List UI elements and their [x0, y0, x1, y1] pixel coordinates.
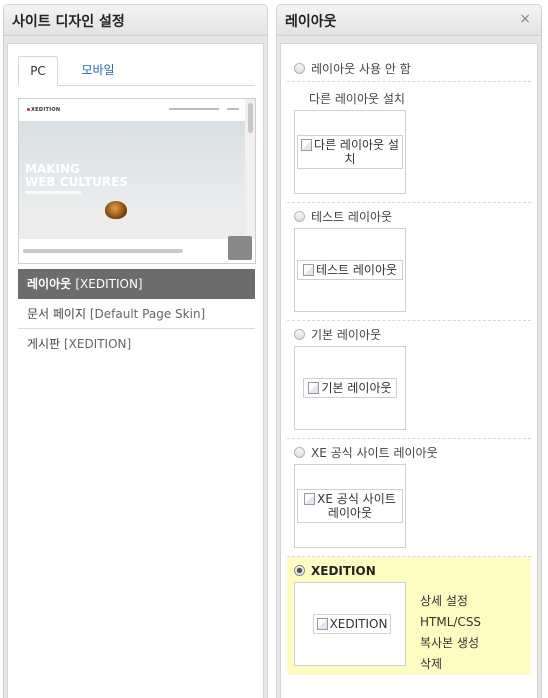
- close-icon[interactable]: ×: [519, 11, 531, 27]
- broken-image-icon: [308, 382, 320, 394]
- tab-mobile[interactable]: 모바일: [70, 56, 126, 86]
- broken-image-icon: [316, 618, 328, 630]
- device-tabs: PC 모바일: [18, 56, 255, 86]
- layout-thumbnail-xedition[interactable]: XEDITION: [294, 582, 406, 666]
- broken-image-icon: [304, 493, 316, 505]
- layout-option-test: 테스트 레이아웃 테스트 레이아웃: [287, 203, 531, 321]
- layout-option-default: 기본 레이아웃 기본 레이아웃: [287, 321, 531, 439]
- image-alt-text: XEDITION: [329, 617, 388, 631]
- tab-pc[interactable]: PC: [18, 56, 58, 86]
- preview-floor: [19, 211, 245, 239]
- broken-image-icon: [302, 264, 314, 276]
- list-item-document-page[interactable]: 문서 페이지 [Default Page Skin]: [18, 299, 255, 329]
- delete-link[interactable]: 삭제: [420, 654, 481, 675]
- preview-header: XEDITION: [19, 99, 255, 121]
- layout-option-test-radio[interactable]: 테스트 레이아웃: [287, 206, 531, 228]
- install-other-layout-section: 다른 레이아웃 설치 다른 레이아웃 설치: [287, 82, 531, 203]
- site-design-panel: 사이트 디자인 설정 PC 모바일 XEDITION MAKING WEB CU…: [3, 4, 268, 698]
- install-other-layout-text: 다른 레이아웃 설치: [309, 92, 405, 106]
- list-item-layout[interactable]: 레이아웃 [XEDITION]: [18, 269, 255, 299]
- layout-image-xe-official[interactable]: XE 공식 사이트 레이아웃: [297, 489, 403, 523]
- preview-hero-text: MAKING WEB CULTURES: [25, 163, 128, 189]
- radio-label: 기본 레이아웃: [311, 328, 382, 342]
- layout-thumbnail-default[interactable]: 기본 레이아웃: [294, 346, 406, 430]
- list-item-detail: [XEDITION]: [63, 337, 132, 351]
- layout-thumbnail-test[interactable]: 테스트 레이아웃: [294, 228, 406, 312]
- layout-option-list: 레이아웃 사용 안 함 다른 레이아웃 설치 다른 레이아웃 설치 테스트 레이…: [287, 58, 531, 675]
- image-alt-text: XE 공식 사이트 레이아웃: [317, 492, 396, 520]
- list-item-label: 게시판: [27, 337, 61, 351]
- layout-option-xedition-radio[interactable]: XEDITION: [287, 560, 531, 582]
- detail-settings-link[interactable]: 상세 설정: [420, 591, 481, 612]
- html-css-link[interactable]: HTML/CSS: [420, 612, 481, 633]
- radio-label: 테스트 레이아웃: [311, 210, 393, 224]
- broken-image-icon: [301, 139, 313, 151]
- list-item-label: 문서 페이지: [27, 307, 87, 321]
- radio-button[interactable]: [294, 329, 305, 340]
- radio-button[interactable]: [294, 211, 305, 222]
- layout-panel-content: 레이아웃 사용 안 함 다른 레이아웃 설치 다른 레이아웃 설치 테스트 레이…: [280, 43, 538, 698]
- layout-panel: 레이아웃 × 레이아웃 사용 안 함 다른 레이아웃 설치 다른 레이아웃 설치: [276, 4, 542, 698]
- image-alt-text: 테스트 레이아웃: [315, 263, 398, 277]
- layout-thumbnail-xe-official[interactable]: XE 공식 사이트 레이아웃: [294, 464, 406, 548]
- layout-image-xedition[interactable]: XEDITION: [313, 614, 391, 634]
- preview-hero-image: MAKING WEB CULTURES: [19, 121, 245, 239]
- layout-image-test[interactable]: 테스트 레이아웃: [297, 260, 403, 280]
- site-design-header: 사이트 디자인 설정: [4, 5, 267, 36]
- layout-option-xe-official: XE 공식 사이트 레이아웃 XE 공식 사이트 레이아웃: [287, 439, 531, 557]
- layout-actions: 상세 설정 HTML/CSS 복사본 생성 삭제: [420, 591, 481, 675]
- site-design-title: 사이트 디자인 설정: [12, 14, 125, 30]
- layout-option-none-radio[interactable]: 레이아웃 사용 안 함: [287, 58, 531, 80]
- layout-panel-body: 레이아웃 사용 안 함 다른 레이아웃 설치 다른 레이아웃 설치 테스트 레이…: [277, 36, 541, 698]
- preview-menu: [169, 108, 219, 110]
- install-other-layout-image[interactable]: 다른 레이아웃 설치: [297, 135, 403, 169]
- preview-logo: XEDITION: [31, 107, 61, 113]
- list-item-label: 레이아웃: [27, 277, 72, 291]
- layout-option-xe-official-radio[interactable]: XE 공식 사이트 레이아웃: [287, 442, 531, 464]
- preview-resize-handle[interactable]: [228, 236, 252, 260]
- preview-horizontal-thumb[interactable]: [23, 249, 183, 253]
- preview-hero-line2: WEB CULTURES: [25, 175, 128, 189]
- preview-horizontal-scrollbar[interactable]: [19, 239, 255, 263]
- layout-option-xedition: XEDITION XEDITION 상세 설정 HTML/CSS 복사본 생성 …: [287, 557, 531, 675]
- preview-vertical-thumb[interactable]: [248, 103, 253, 133]
- radio-label: XE 공식 사이트 레이아웃: [311, 446, 438, 460]
- design-settings-list: 레이아웃 [XEDITION] 문서 페이지 [Default Page Ski…: [18, 269, 255, 359]
- preview-logo-mark: [27, 108, 30, 111]
- create-copy-link[interactable]: 복사본 생성: [420, 633, 481, 654]
- layout-image-default[interactable]: 기본 레이아웃: [303, 378, 397, 398]
- preview-vertical-scrollbar[interactable]: [245, 99, 255, 239]
- layout-option-default-radio[interactable]: 기본 레이아웃: [287, 324, 531, 346]
- image-alt-text: 기본 레이아웃: [321, 381, 392, 395]
- install-other-layout-thumbnail[interactable]: 다른 레이아웃 설치: [294, 110, 406, 194]
- site-design-body: PC 모바일 XEDITION MAKING WEB CULTURES 레이아웃…: [4, 36, 267, 698]
- layout-preview[interactable]: XEDITION MAKING WEB CULTURES: [18, 98, 256, 264]
- radio-button[interactable]: [294, 447, 305, 458]
- image-alt-text: 다른 레이아웃 설치: [314, 138, 399, 166]
- site-design-content: PC 모바일 XEDITION MAKING WEB CULTURES 레이아웃…: [7, 43, 264, 698]
- list-item-board[interactable]: 게시판 [XEDITION]: [18, 329, 255, 359]
- list-item-detail: [Default Page Skin]: [89, 307, 206, 321]
- preview-menu-extra: [227, 108, 239, 110]
- radio-label: XEDITION: [311, 564, 376, 578]
- radio-button-checked[interactable]: [294, 565, 305, 576]
- list-item-detail: [XEDITION]: [75, 277, 143, 291]
- layout-panel-title: 레이아웃: [285, 14, 337, 30]
- preview-hero-subline: [25, 191, 81, 194]
- preview-ladybug-image: [105, 201, 127, 219]
- radio-button[interactable]: [294, 63, 305, 74]
- radio-label: 레이아웃 사용 안 함: [311, 62, 411, 76]
- layout-panel-header: 레이아웃 ×: [277, 5, 541, 36]
- layout-option-none: 레이아웃 사용 안 함: [287, 58, 531, 82]
